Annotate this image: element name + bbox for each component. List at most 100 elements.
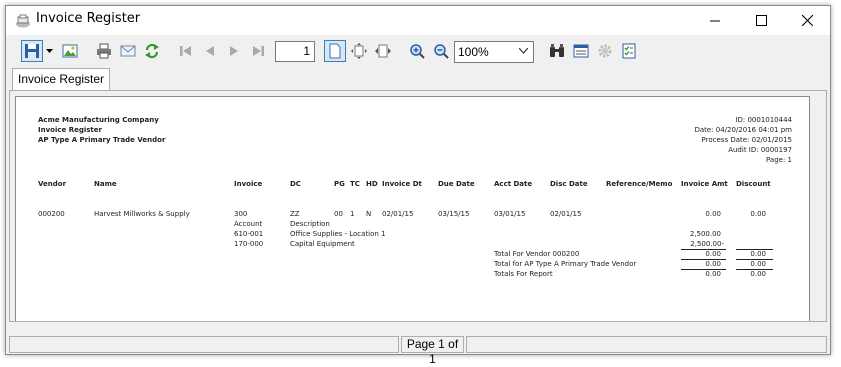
line-description: Capital Equipment (290, 240, 355, 248)
row-tc: 1 (350, 210, 355, 218)
process-date: Process Date: 02/01/2015 (701, 136, 792, 144)
zoom-in-button[interactable] (406, 40, 428, 62)
last-page-button[interactable] (247, 40, 269, 62)
total-discount: 0.00 (750, 270, 766, 278)
col-dc: DC (290, 180, 301, 188)
print-icon (97, 43, 111, 59)
col-invoice: Invoice (234, 180, 263, 188)
col-due-date: Due Date (438, 180, 475, 188)
status-pane-left (9, 336, 399, 353)
refresh-button[interactable] (141, 40, 163, 62)
col-acct-date: Acct Date (494, 180, 533, 188)
line-description: Office Supplies - Location 1 (290, 230, 386, 238)
single-page-button[interactable] (324, 40, 346, 62)
invoice-register-window: Invoice Register 1 100% Invoice Register… (5, 5, 831, 366)
audit-id: Audit ID: 0000197 (728, 146, 792, 154)
chevron-down-icon (519, 48, 528, 54)
sub-header-account: Account (234, 220, 263, 228)
find-icon (550, 44, 564, 57)
report-toolbar: 1 100% (6, 36, 830, 66)
col-invoice-amt: Invoice Amt (681, 180, 728, 188)
report-date: Date: 04/20/2016 04:01 pm (694, 126, 792, 134)
minimize-button[interactable] (692, 6, 738, 35)
line-account: 610-001 (234, 230, 264, 238)
page-number-input[interactable]: 1 (275, 41, 315, 62)
total-amount: 0.00 (705, 270, 721, 278)
row-name: Harvest Millworks & Supply (94, 210, 190, 218)
sub-header-description: Description (290, 220, 330, 228)
print-button[interactable] (93, 40, 115, 62)
find-button[interactable] (546, 40, 568, 62)
fit-page-icon (351, 43, 367, 59)
col-pg: PG (334, 180, 345, 188)
row-invoice-amt: 0.00 (705, 210, 721, 218)
page-setup-icon (573, 44, 589, 58)
save-dropdown-button[interactable] (44, 40, 55, 62)
col-name: Name (94, 180, 117, 188)
col-hd: HD (366, 180, 378, 188)
row-hd: N (366, 210, 372, 218)
line-amount: 2,500.00 (689, 230, 721, 238)
row-pg: 00 (334, 210, 343, 218)
zoom-out-button[interactable] (430, 40, 452, 62)
total-label: Total for AP Type A Primary Trade Vendor (494, 260, 637, 268)
prev-page-button[interactable] (199, 40, 221, 62)
fit-page-button[interactable] (348, 40, 370, 62)
page-status: Page 1 of 1 (401, 336, 464, 366)
row-discount: 0.00 (750, 210, 766, 218)
col-tc: TC (350, 180, 360, 188)
page-indicator: Page: 1 (766, 156, 792, 164)
last-page-icon (253, 46, 264, 56)
col-discount: Discount (736, 180, 771, 188)
total-discount: 0.00 (750, 250, 766, 258)
report-viewer: Acme Manufacturing Company Invoice Regis… (9, 90, 827, 322)
maximize-button[interactable] (738, 6, 784, 35)
row-dc: ZZ (290, 210, 300, 218)
zoom-value: 100% (458, 45, 489, 59)
title-bar: Invoice Register (6, 6, 830, 35)
export-image-icon (62, 44, 78, 58)
refresh-icon (145, 43, 159, 59)
page-setup-button[interactable] (570, 40, 592, 62)
col-disc-date: Disc Date (550, 180, 588, 188)
vertical-scrollbar[interactable] (812, 91, 826, 321)
maximize-icon (755, 15, 767, 26)
first-page-icon (180, 46, 191, 56)
email-icon (120, 45, 136, 57)
row-invoice: 300 (234, 210, 248, 218)
close-button[interactable] (784, 6, 830, 35)
status-bar: Page 1 of 1 (9, 336, 827, 366)
zoom-out-icon (434, 44, 449, 59)
row-vendor: 000200 (38, 210, 65, 218)
export-image-button[interactable] (59, 40, 81, 62)
parameters-icon (622, 43, 636, 59)
col-vendor: Vendor (38, 180, 67, 188)
report-title: Invoice Register (38, 126, 102, 134)
settings-button[interactable] (594, 40, 616, 62)
total-label: Total For Vendor 000200 (494, 250, 580, 258)
report-page: Acme Manufacturing Company Invoice Regis… (15, 96, 810, 321)
parameters-button[interactable] (618, 40, 640, 62)
minimize-icon (710, 20, 720, 21)
email-button[interactable] (117, 40, 139, 62)
report-id: ID: 0001010444 (735, 116, 792, 124)
close-icon (801, 15, 813, 26)
zoom-select[interactable]: 100% (454, 41, 534, 63)
total-amount: 0.00 (705, 250, 721, 258)
first-page-button[interactable] (175, 40, 197, 62)
row-invoice-dt: 02/01/15 (382, 210, 414, 218)
col-invoice-dt: Invoice Dt (382, 180, 422, 188)
tab-invoice-register[interactable]: Invoice Register (12, 68, 111, 91)
line-account: 170-000 (234, 240, 264, 248)
gear-icon (598, 44, 612, 58)
save-button[interactable] (21, 40, 43, 62)
company-name: Acme Manufacturing Company (38, 116, 159, 124)
line-amount: 2,500.00- (690, 240, 724, 248)
zoom-in-icon (410, 44, 425, 59)
next-page-button[interactable] (223, 40, 245, 62)
total-amount: 0.00 (705, 260, 721, 268)
row-due-date: 03/15/15 (438, 210, 470, 218)
row-acct-date: 03/01/15 (494, 210, 526, 218)
fit-width-button[interactable] (372, 40, 394, 62)
row-disc-date: 02/01/15 (550, 210, 582, 218)
